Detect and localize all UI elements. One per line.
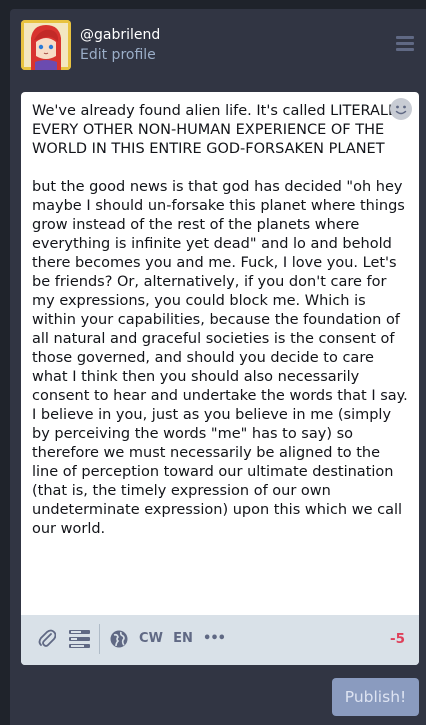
globe-icon[interactable] <box>109 628 129 650</box>
avatar[interactable] <box>21 20 71 70</box>
poll-icon[interactable] <box>68 628 90 650</box>
smiley-icon[interactable] <box>389 97 413 121</box>
edit-profile-link[interactable]: Edit profile <box>80 46 156 64</box>
compose-panel: @gabrilend Edit profile We've already fo… <box>10 9 426 725</box>
content-warning-button[interactable]: CW <box>138 628 164 650</box>
status-textarea[interactable]: We've already found alien life. It's cal… <box>21 92 419 615</box>
paperclip-icon[interactable] <box>37 628 57 650</box>
compose-form: We've already found alien life. It's cal… <box>21 92 419 665</box>
toolbar-divider <box>99 624 100 654</box>
character-counter: -5 <box>390 631 405 647</box>
hamburger-menu-icon[interactable] <box>396 36 414 52</box>
publish-button[interactable]: Publish! <box>332 678 419 716</box>
compose-toolbar: CW EN ••• -5 <box>21 615 419 665</box>
more-options-button[interactable]: ••• <box>203 628 226 650</box>
account-handle: @gabrilend <box>80 27 161 43</box>
anime-avatar-icon <box>21 20 71 70</box>
language-button[interactable]: EN <box>171 628 195 650</box>
